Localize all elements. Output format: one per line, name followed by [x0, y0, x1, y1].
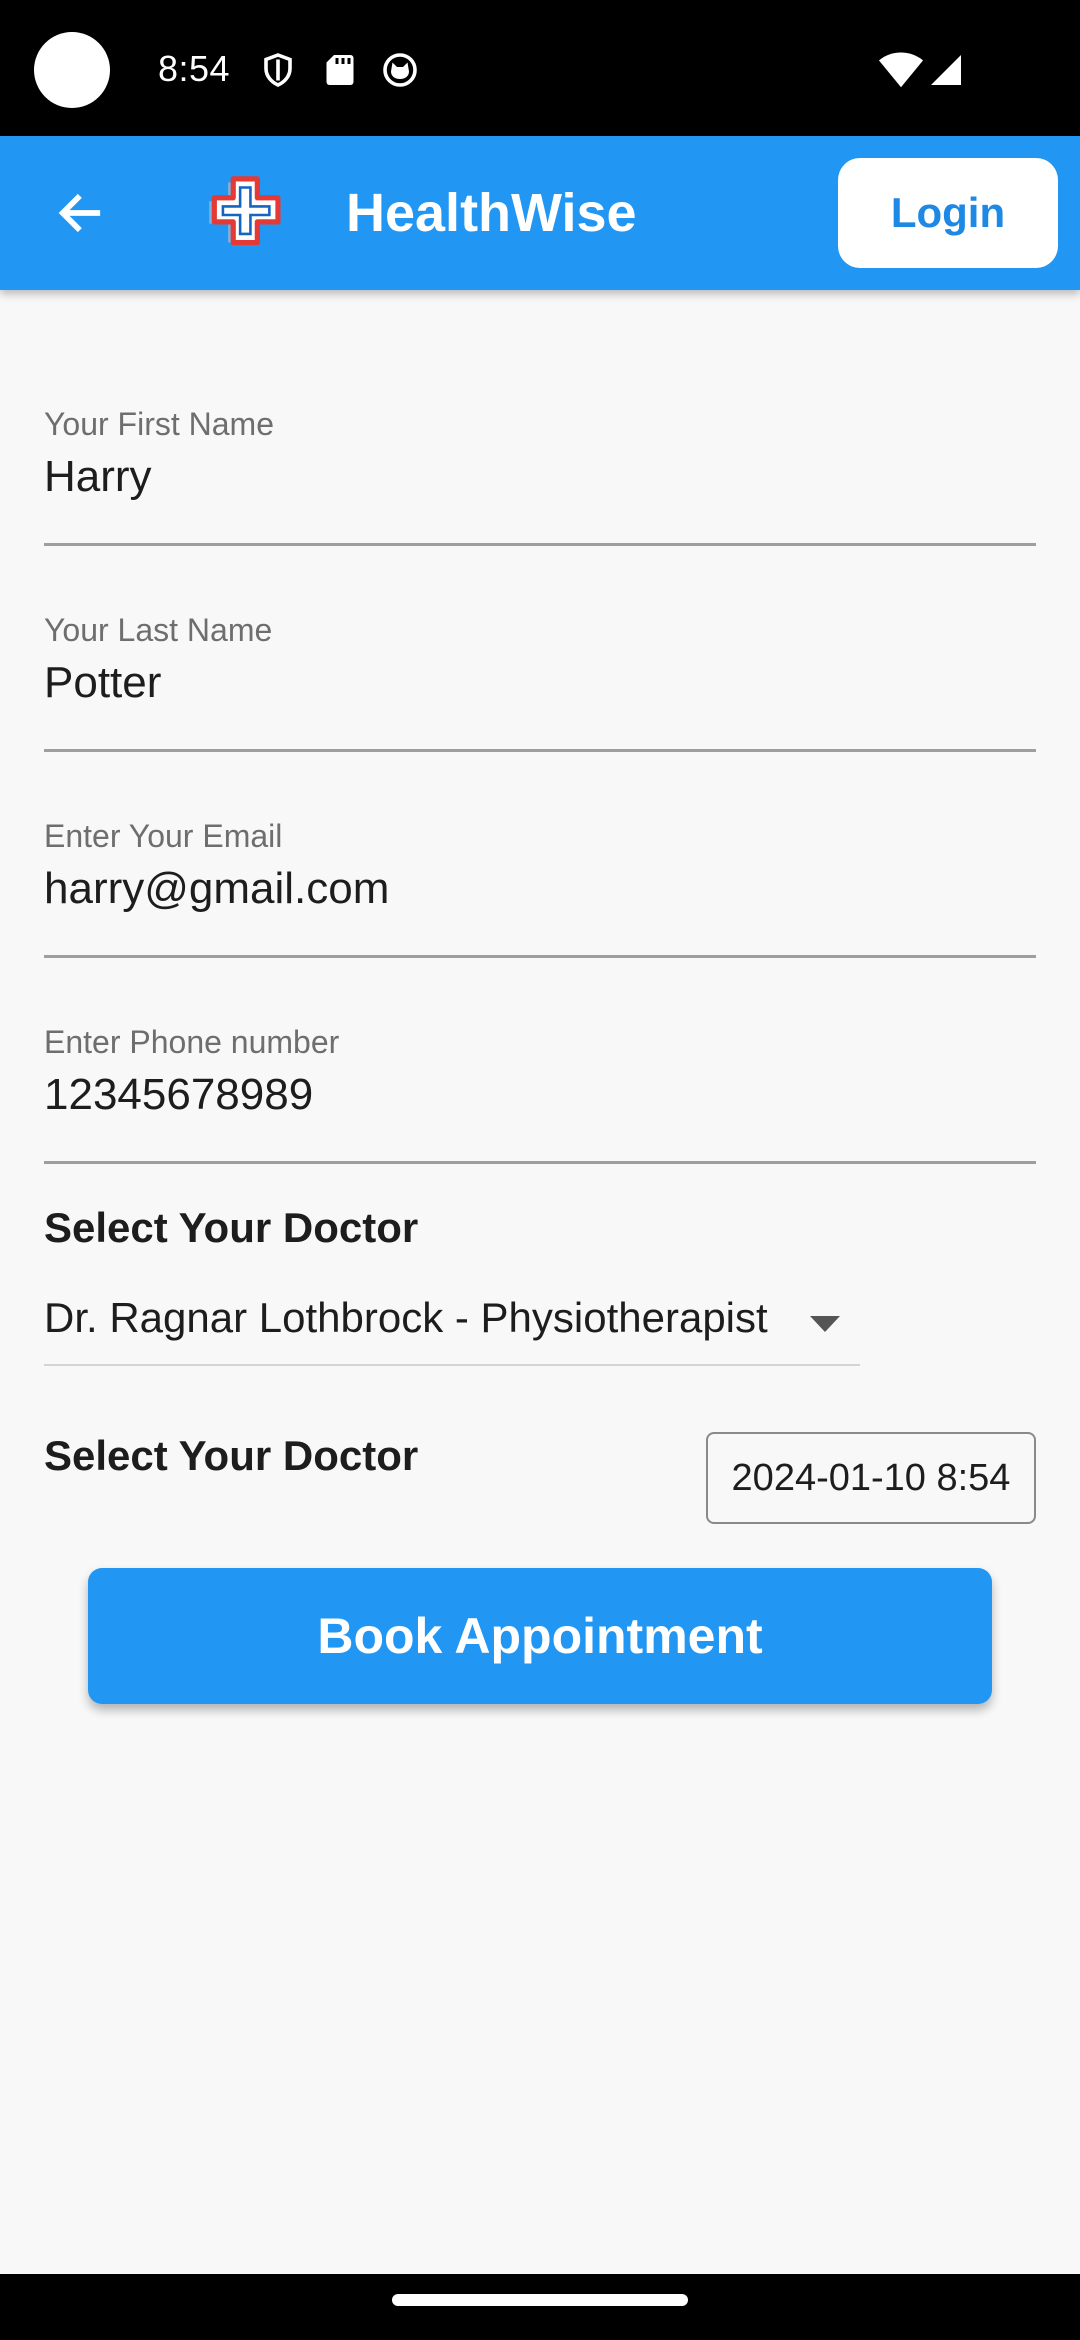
- app-bar: HealthWise Login: [0, 136, 1080, 290]
- phone-label: Enter Phone number: [44, 1024, 340, 1060]
- phone-frame: 8:54 HealthWise Login Your First Name Ha…: [0, 0, 1080, 2340]
- cat-face-icon: [383, 53, 417, 87]
- back-button[interactable]: [40, 173, 120, 253]
- doctor-selected-value: Dr. Ragnar Lothbrock - Physiotherapist: [44, 1294, 768, 1341]
- email-field[interactable]: Enter Your Email harry@gmail.com: [44, 818, 1036, 958]
- email-label: Enter Your Email: [44, 818, 283, 854]
- app-title: HealthWise: [346, 183, 637, 243]
- app-screen: HealthWise Login Your First Name Harry Y…: [0, 136, 1080, 2274]
- shield-icon: [264, 53, 292, 87]
- status-time: 8:54: [158, 48, 231, 89]
- last-name-field[interactable]: Your Last Name Potter: [44, 612, 1036, 752]
- cell-signal-icon: [931, 55, 961, 85]
- navigation-bar: [0, 2274, 1080, 2340]
- chevron-down-icon: [810, 1316, 840, 1332]
- arrow-left-icon: [58, 193, 101, 233]
- datetime-section-label: Select Your Doctor: [44, 1432, 419, 1479]
- medical-cross-logo: [209, 176, 281, 246]
- email-value: harry@gmail.com: [44, 864, 390, 913]
- wifi-icon: [878, 52, 924, 88]
- front-camera: [34, 32, 110, 108]
- phone-value: 12345678989: [44, 1070, 314, 1119]
- last-name-value: Potter: [44, 658, 162, 707]
- doctor-dropdown[interactable]: Dr. Ragnar Lothbrock - Physiotherapist: [44, 1286, 860, 1366]
- datetime-picker[interactable]: 2024-01-10 8:54: [706, 1432, 1036, 1524]
- doctor-section-label: Select Your Doctor: [44, 1204, 419, 1251]
- first-name-value: Harry: [44, 452, 152, 501]
- last-name-label: Your Last Name: [44, 612, 273, 648]
- first-name-label: Your First Name: [44, 406, 274, 442]
- sd-card-icon: [326, 55, 354, 85]
- status-bar: 8:54: [0, 0, 1080, 136]
- book-appointment-button[interactable]: Book Appointment: [88, 1568, 992, 1704]
- home-gesture-handle[interactable]: [392, 2294, 688, 2306]
- phone-field[interactable]: Enter Phone number 12345678989: [44, 1024, 1036, 1164]
- first-name-field[interactable]: Your First Name Harry: [44, 406, 1036, 546]
- login-button[interactable]: Login: [838, 158, 1058, 268]
